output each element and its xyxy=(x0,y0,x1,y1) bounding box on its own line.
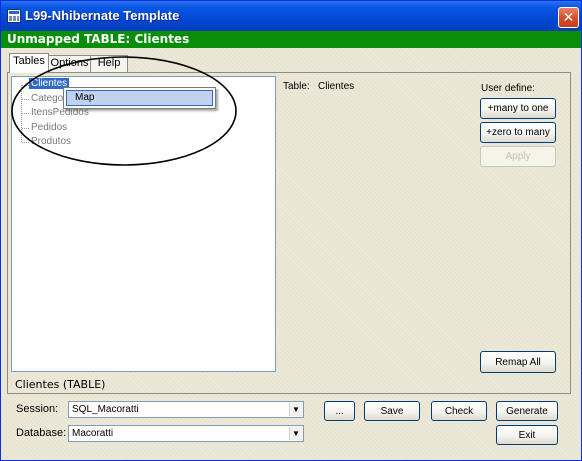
main-window: L99-Nhibernate Template ✕ Unmapped TABLE… xyxy=(0,0,582,461)
tree-item-produtos[interactable]: Produtos xyxy=(31,136,71,147)
tab-tables-label: Tables xyxy=(13,55,45,67)
status-text: Clientes (TABLE) xyxy=(15,378,106,391)
generate-button[interactable]: Generate xyxy=(496,401,558,421)
exit-button[interactable]: Exit xyxy=(496,425,558,445)
database-label: Database: xyxy=(16,427,67,439)
tree-item-pedidos[interactable]: Pedidos xyxy=(31,122,67,133)
tree-connector xyxy=(22,142,29,143)
tree-connector xyxy=(22,85,29,86)
tab-help-label: Help xyxy=(97,57,121,69)
zero-to-many-button[interactable]: +zero to many xyxy=(480,122,556,143)
chevron-down-icon[interactable]: ▼ xyxy=(289,403,302,416)
check-button[interactable]: Check xyxy=(431,401,487,421)
header-band: Unmapped TABLE: Clientes xyxy=(1,31,581,48)
browse-button[interactable]: ... xyxy=(324,401,355,421)
close-button[interactable]: ✕ xyxy=(558,7,579,28)
title-bar[interactable]: L99-Nhibernate Template ✕ xyxy=(1,1,581,31)
app-icon[interactable] xyxy=(7,9,21,23)
session-label: Session: xyxy=(16,403,59,415)
chevron-down-icon[interactable]: ▼ xyxy=(289,427,302,440)
session-select[interactable]: SQL_Macoratti ▼ xyxy=(68,401,304,418)
many-to-one-button[interactable]: +many to one xyxy=(480,98,556,119)
window-title: L99-Nhibernate Template xyxy=(25,8,180,23)
tab-help[interactable]: Help xyxy=(90,55,128,72)
context-menu: Map xyxy=(63,87,216,109)
tree-connector xyxy=(22,113,29,114)
database-value: Macoratti xyxy=(72,428,114,439)
database-select[interactable]: Macoratti ▼ xyxy=(68,425,304,442)
tab-options-label: Options xyxy=(50,57,89,69)
save-button[interactable]: Save xyxy=(364,401,420,421)
table-value: Clientes xyxy=(318,81,355,92)
context-menu-item-map[interactable]: Map xyxy=(66,90,213,106)
apply-button[interactable]: Apply xyxy=(480,146,556,167)
unmapped-table-header: Unmapped TABLE: Clientes xyxy=(7,32,190,46)
remap-all-button[interactable]: Remap All xyxy=(480,351,556,373)
close-icon: ✕ xyxy=(562,9,575,25)
tree-connector xyxy=(22,99,29,100)
user-define-label: User define: xyxy=(481,83,535,94)
table-tree[interactable] xyxy=(11,76,276,372)
session-value: SQL_Macoratti xyxy=(72,404,139,415)
tree-connector xyxy=(22,128,29,129)
tab-tables[interactable]: Tables xyxy=(9,53,49,73)
tab-options[interactable]: Options xyxy=(48,55,91,72)
table-label: Table: xyxy=(283,81,310,92)
